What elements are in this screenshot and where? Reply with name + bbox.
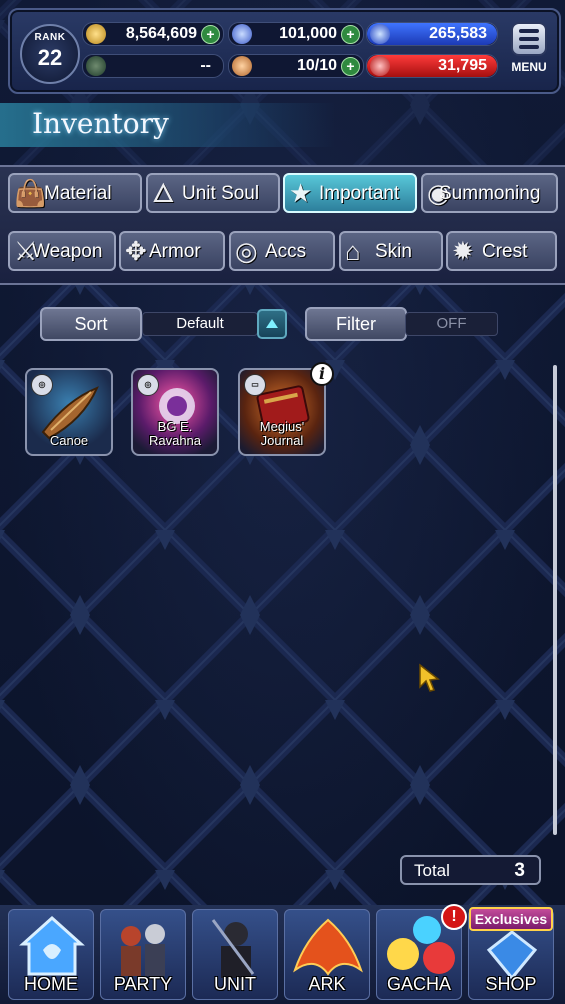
stamina-value: 10/10 <box>296 57 337 74</box>
tab-important[interactable]: ★ Important <box>283 173 417 213</box>
inventory-item-bg-e-ravahna[interactable]: ◎ BG E. Ravahna <box>131 368 219 456</box>
sort-value[interactable]: Default <box>142 312 258 336</box>
tab-skin[interactable]: ⌂ Skin <box>339 231 443 271</box>
tab-important-label: Important <box>319 183 400 204</box>
material-bag-icon: 👜 <box>14 178 47 208</box>
scrollbar[interactable] <box>553 365 557 835</box>
patterned-background <box>0 0 565 1004</box>
add-stamina-button[interactable]: + <box>341 57 360 76</box>
guild-counter: -- <box>82 54 224 78</box>
nav-ark-label: ARK <box>308 974 346 994</box>
home-icon <box>19 915 85 976</box>
page-title: Inventory <box>32 107 169 140</box>
item-label: BG E. Ravahna <box>148 419 202 448</box>
guild-value: -- <box>200 57 211 74</box>
pointer-cursor-icon <box>419 663 440 692</box>
nav-unit[interactable]: UNIT <box>192 909 278 1000</box>
filter-button[interactable]: Filter <box>305 307 407 341</box>
visiore-value: 101,000 <box>279 25 337 42</box>
item-label: Megius' Journal <box>259 419 305 448</box>
nav-party[interactable]: PARTY <box>100 909 186 1000</box>
total-label: Total <box>414 861 450 880</box>
tab-accs[interactable]: ◎ Accs <box>229 231 335 271</box>
crest-icon: ✹ <box>452 236 474 266</box>
lapis-value: 265,583 <box>429 25 487 42</box>
armor-icon: ✥ <box>125 236 147 266</box>
rank-value: 22 <box>37 45 63 70</box>
visiore-counter: 101,000 + <box>228 22 364 46</box>
status-header: RANK 22 8,564,609 + 101,000 + 265,583 --… <box>8 8 561 94</box>
sort-order-toggle[interactable] <box>257 309 287 339</box>
nav-ark[interactable]: ARK <box>284 909 370 1000</box>
tab-summoning[interactable]: ◉ Summoning <box>421 173 558 213</box>
tab-armor-label: Armor <box>149 241 201 262</box>
star-icon: ★ <box>289 178 313 208</box>
hanger-icon: ⌂ <box>345 236 361 266</box>
tab-unit-soul[interactable]: 🜂 Unit Soul <box>146 173 280 213</box>
nav-party-label: PARTY <box>113 974 173 994</box>
visiore-crystal-icon <box>232 24 252 44</box>
inventory-item-canoe[interactable]: ◎ Canoe <box>25 368 113 456</box>
unit-icon <box>211 919 255 978</box>
nav-unit-label: UNIT <box>214 974 256 994</box>
energy-bar: 31,795 <box>366 54 498 78</box>
add-gil-button[interactable]: + <box>201 25 220 44</box>
nav-gacha-label: GACHA <box>386 974 451 994</box>
gil-counter: 8,564,609 + <box>82 22 224 46</box>
filter-label: Filter <box>336 314 376 334</box>
info-icon[interactable]: i <box>310 362 334 386</box>
gacha-alert-badge: ! <box>441 904 467 930</box>
nav-shop-label: SHOP <box>485 974 537 994</box>
tab-crest-label: Crest <box>482 241 528 262</box>
tab-crest[interactable]: ✹ Crest <box>446 231 557 271</box>
tab-material-label: Material <box>44 183 112 204</box>
tab-material[interactable]: 👜 Material <box>8 173 142 213</box>
tab-weapon-label: Weapon <box>32 241 103 262</box>
item-label: Canoe <box>49 433 89 448</box>
hamburger-icon <box>511 22 547 56</box>
tab-summoning-label: Summoning <box>439 183 541 204</box>
item-tag-icon: ▭ <box>244 374 266 396</box>
tab-armor[interactable]: ✥ Armor <box>119 231 225 271</box>
menu-label: MENU <box>511 60 547 74</box>
lapis-orb-icon <box>370 24 390 44</box>
rank-label: RANK <box>34 32 66 43</box>
filter-value-text: OFF <box>436 315 467 332</box>
exclusives-badge[interactable]: Exclusives <box>469 907 553 931</box>
gil-value: 8,564,609 <box>125 25 197 42</box>
accessory-icon: ◎ <box>235 236 258 266</box>
energy-value: 31,795 <box>438 57 487 74</box>
nav-home-label: HOME <box>24 974 78 994</box>
total-value: 3 <box>514 860 525 881</box>
sort-button[interactable]: Sort <box>40 307 142 341</box>
sort-label: Sort <box>74 314 108 334</box>
filter-value[interactable]: OFF <box>405 312 498 336</box>
tab-unit-soul-label: Unit Soul <box>182 183 260 204</box>
tab-skin-label: Skin <box>375 241 412 262</box>
tab-weapon[interactable]: ⚔ Weapon <box>8 231 116 271</box>
energy-orb-icon <box>370 56 390 76</box>
unit-soul-icon: 🜂 <box>152 178 175 208</box>
gil-coin-icon <box>86 24 106 44</box>
category-tabs: 👜 Material 🜂 Unit Soul ★ Important ◉ Sum… <box>0 165 565 285</box>
item-tag-icon: ◎ <box>31 374 53 396</box>
menu-button[interactable]: MENU <box>507 22 551 84</box>
sort-value-text: Default <box>176 315 224 332</box>
item-tag-icon: ◎ <box>137 374 159 396</box>
total-counter: Total 3 <box>400 855 541 885</box>
party-icon <box>121 924 165 976</box>
ark-phoenix-icon <box>293 918 363 976</box>
nav-home[interactable]: HOME <box>8 909 94 1000</box>
stamina-counter: 10/10 + <box>228 54 364 78</box>
lapis-bar: 265,583 <box>366 22 498 46</box>
rank-badge[interactable]: RANK 22 <box>20 24 80 84</box>
guild-sword-icon <box>86 56 106 76</box>
stamina-icon <box>232 56 252 76</box>
tab-accs-label: Accs <box>265 241 307 262</box>
page-title-banner: Inventory <box>0 103 335 147</box>
add-visiore-button[interactable]: + <box>341 25 360 44</box>
